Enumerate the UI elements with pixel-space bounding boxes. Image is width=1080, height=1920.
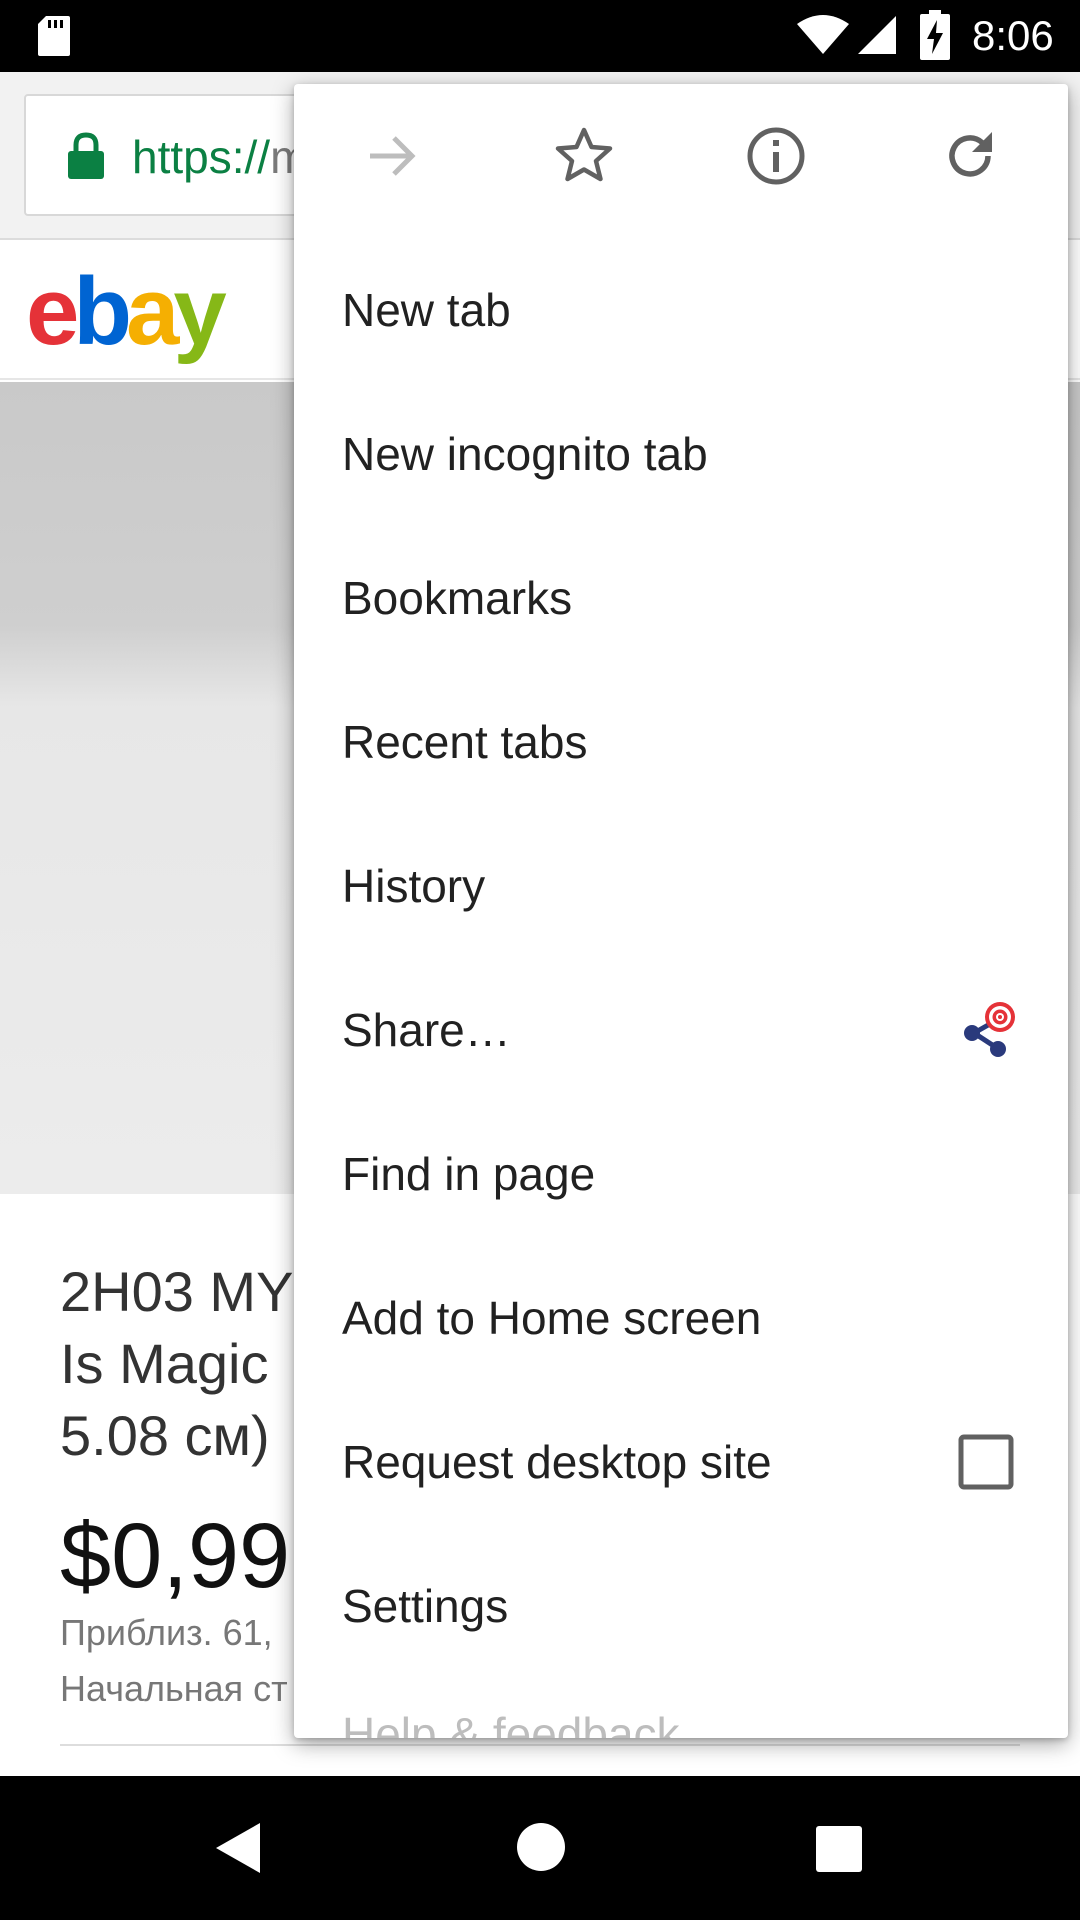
forward-icon[interactable] [360, 124, 424, 188]
menu-item-label: Settings [342, 1580, 509, 1632]
menu-item-share[interactable]: Share… [294, 958, 1068, 1102]
menu-item-add-to-home-screen[interactable]: Add to Home screen [294, 1246, 1068, 1390]
status-bar: 8:06 [0, 0, 1080, 72]
product-approx-price: Приблиз. 61, [60, 1612, 273, 1653]
menu-item-label: Request desktop site [342, 1436, 772, 1488]
url-scheme: https:// [132, 131, 271, 183]
menu-item-label: New tab [342, 284, 511, 336]
menu-item-label: Help & feedback [342, 1708, 680, 1738]
back-icon[interactable] [212, 1820, 264, 1876]
bookmark-star-icon[interactable] [552, 124, 616, 188]
info-icon[interactable] [744, 124, 808, 188]
ebay-logo[interactable]: ebay [26, 262, 227, 362]
share-icon[interactable] [954, 998, 1018, 1062]
menu-item-request-desktop-site[interactable]: Request desktop site [294, 1390, 1068, 1534]
menu-item-label: Recent tabs [342, 716, 588, 768]
menu-item-new-incognito-tab[interactable]: New incognito tab [294, 382, 1068, 526]
status-clock: 8:06 [972, 12, 1054, 59]
menu-item-label: Find in page [342, 1148, 596, 1200]
battery-charging-icon [920, 10, 950, 60]
wifi-icon [797, 15, 849, 54]
sd-card-icon [38, 16, 70, 56]
menu-item-find-in-page[interactable]: Find in page [294, 1102, 1068, 1246]
desktop-site-checkbox[interactable] [954, 1430, 1018, 1494]
overflow-menu: New tab New incognito tab Bookmarks Rece… [294, 84, 1068, 1738]
lock-icon [68, 132, 104, 179]
menu-item-label: Bookmarks [342, 572, 573, 624]
menu-icon-row [294, 84, 1068, 232]
menu-item-label: New incognito tab [342, 428, 708, 480]
url-text: https://m [132, 130, 308, 184]
menu-item-help-feedback[interactable]: Help & feedback [294, 1678, 1068, 1738]
system-nav-bar [0, 1776, 1080, 1920]
menu-item-label: History [342, 860, 486, 912]
menu-item-label: Share… [342, 1004, 511, 1056]
screen: 8:06 https://m ebay 2H03 MY Is Magic 5.0… [0, 0, 1080, 1920]
menu-item-label: Add to Home screen [342, 1292, 762, 1344]
reload-icon[interactable] [938, 124, 1002, 188]
menu-item-history[interactable]: History [294, 814, 1068, 958]
recents-icon[interactable] [816, 1826, 862, 1872]
product-price: $0,99 [60, 1505, 291, 1607]
product-starting-bid: Начальная ст [60, 1668, 288, 1709]
menu-item-new-tab[interactable]: New tab [294, 238, 1068, 382]
signal-icon [858, 16, 896, 54]
menu-item-settings[interactable]: Settings [294, 1534, 1068, 1678]
home-icon[interactable] [516, 1822, 566, 1872]
divider [60, 1744, 1020, 1746]
menu-item-recent-tabs[interactable]: Recent tabs [294, 670, 1068, 814]
menu-item-bookmarks[interactable]: Bookmarks [294, 526, 1068, 670]
